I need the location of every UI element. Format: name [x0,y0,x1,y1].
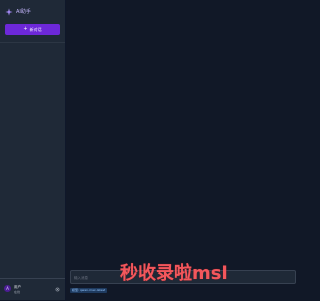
brand: AI助手 [5,7,31,17]
sidebar: AI助手 + 新对话 A 用户 在线 [0,0,66,300]
new-chat-button[interactable]: + 新对话 [5,24,60,35]
user-bar: A 用户 在线 [0,278,65,301]
user-status: 在线 [14,290,21,294]
watermark: 秒收录啦msl [120,263,228,284]
sparkle-icon [5,8,13,16]
new-chat-label: 新对话 [29,27,42,32]
model-tag[interactable]: 模型: qwen-max-latest [70,288,108,293]
app-title: AI助手 [16,9,31,15]
avatar[interactable]: A [4,285,11,292]
chat-area [66,0,300,300]
plus-icon: + [23,26,28,32]
sidebar-divider [0,42,65,43]
gear-icon[interactable] [55,287,60,292]
